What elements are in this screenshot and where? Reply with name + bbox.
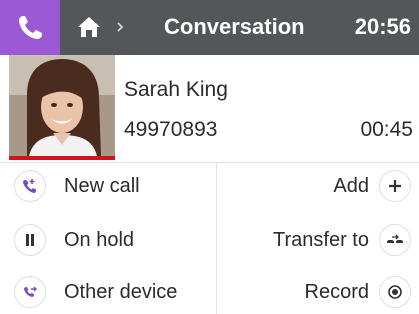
transfer-icon xyxy=(379,224,411,256)
add-label: Add xyxy=(333,174,369,197)
home-icon[interactable] xyxy=(76,14,102,40)
plus-icon xyxy=(379,170,411,202)
other-device-icon xyxy=(14,276,46,308)
new-call-button[interactable]: New call xyxy=(14,164,140,208)
header-bar: Conversation 20:56 xyxy=(0,0,419,55)
new-call-label: New call xyxy=(64,174,140,197)
column-divider xyxy=(216,163,217,314)
record-label: Record xyxy=(304,280,369,303)
contact-name: Sarah King xyxy=(124,78,228,101)
call-duration: 00:45 xyxy=(360,118,413,141)
record-button[interactable]: Record xyxy=(305,270,411,314)
page-title: Conversation xyxy=(164,14,305,39)
pause-icon xyxy=(14,224,46,256)
transfer-label: Transfer to xyxy=(273,228,369,251)
avatar xyxy=(9,55,115,156)
transfer-button[interactable]: Transfer to xyxy=(273,218,411,262)
clock: 20:56 xyxy=(354,14,411,39)
contact-number: 49970893 xyxy=(124,118,218,141)
on-hold-button[interactable]: On hold xyxy=(14,218,134,262)
divider xyxy=(0,162,419,163)
on-hold-label: On hold xyxy=(64,228,135,251)
phone-app-button[interactable] xyxy=(0,0,60,55)
new-call-icon xyxy=(14,170,46,202)
call-status-bar xyxy=(9,156,115,160)
add-button[interactable]: Add xyxy=(333,164,411,208)
chevron-right-icon xyxy=(117,22,124,32)
phone-handset-icon xyxy=(19,15,42,39)
record-icon xyxy=(379,276,411,308)
other-device-label: Other device xyxy=(64,280,178,303)
other-device-button[interactable]: Other device xyxy=(14,270,177,314)
